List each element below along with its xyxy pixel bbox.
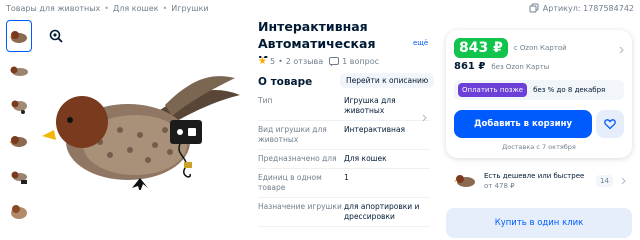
spec-row: Тип Игрушка для животных — [258, 92, 430, 121]
bird-toy-thumbnail-icon — [11, 171, 27, 184]
installment-row[interactable]: Оплатить позже без % до 8 декабря — [454, 80, 624, 100]
installment-text: без % до 8 декабря — [533, 86, 606, 94]
favorite-button[interactable] — [596, 110, 624, 138]
spec-key: Назначение игрушки — [258, 202, 342, 211]
spec-row: Назначение игрушки для апортировки и дре… — [258, 198, 430, 227]
product-page: Товары для животных • Для кошек • Игрушк… — [0, 0, 640, 240]
chevron-right-icon[interactable] — [619, 46, 624, 54]
regular-price-row: 861 ₽ без Ozon Карты — [454, 61, 549, 72]
cheaper-count-badge: 14 — [596, 175, 613, 187]
breadcrumb-separator: • — [162, 4, 168, 13]
card-price-row[interactable]: 843 ₽ с Ozon Картой — [454, 38, 567, 58]
article-label: Артикул: 1787584742 — [542, 3, 634, 13]
star-icon: ★ — [258, 56, 267, 67]
title-more-link[interactable]: ещё — [413, 39, 428, 47]
thumbnail[interactable] — [6, 195, 32, 227]
add-to-cart-button[interactable]: Добавить в корзину — [454, 110, 592, 138]
cheaper-offers[interactable]: Есть дешевле или быстрее от 478 ₽ 14 — [446, 166, 632, 196]
breadcrumb: Товары для животных • Для кошек • Игрушк… — [6, 4, 209, 13]
thumbnail[interactable] — [6, 90, 32, 122]
thumbnail-list — [6, 20, 34, 230]
bird-toy-thumbnail-icon — [9, 31, 27, 43]
breadcrumb-item-pets[interactable]: Товары для животных — [6, 4, 100, 13]
product-title: Интерактивная Автоматическая Игрушка — [258, 19, 376, 58]
delivery-info: Доставка с 7 октября — [502, 143, 576, 151]
spec-value: Игрушка для животных — [344, 96, 396, 115]
thumbnail[interactable] — [6, 55, 32, 87]
rating-row[interactable]: ★ 5 • 2 отзыва 1 вопрос — [258, 56, 379, 67]
article-number[interactable]: Артикул: 1787584742 — [529, 3, 634, 13]
spec-value: 1 — [344, 173, 349, 182]
spec-list: Тип Игрушка для животных Вид игрушки для… — [258, 92, 430, 227]
breadcrumb-item-cats[interactable]: Для кошек — [113, 4, 159, 13]
regular-price-note: без Ozon Карты — [491, 63, 550, 71]
bird-toy-thumbnail-icon — [11, 205, 27, 219]
cheaper-text: Есть дешевле или быстрее — [484, 172, 585, 180]
spec-key: Предназначено для — [258, 154, 337, 163]
breadcrumb-item-toys[interactable]: Игрушки — [171, 4, 208, 13]
questions-count[interactable]: 1 вопрос — [342, 57, 379, 66]
bird-toy-thumbnail-icon — [10, 66, 28, 76]
bird-toy-thumbnail-icon — [9, 136, 27, 147]
chevron-right-icon — [621, 177, 626, 185]
price-with-card: 843 ₽ — [454, 38, 508, 58]
thumbnail[interactable] — [6, 160, 32, 192]
spec-value: для апортировки и дрессировки — [344, 202, 420, 221]
spec-key: Тип — [258, 96, 273, 105]
breadcrumb-separator: • — [104, 4, 110, 13]
rating-value: 5 — [269, 57, 276, 66]
cheaper-text-block: Есть дешевле или быстрее от 478 ₽ — [484, 171, 590, 191]
heart-icon — [604, 119, 616, 130]
spec-key: Единиц в одном товаре — [258, 173, 322, 192]
copy-icon — [529, 3, 539, 13]
buy-one-click-button[interactable]: Купить в один клик — [446, 208, 632, 238]
spec-row: Предназначено для Для кошек — [258, 150, 430, 169]
spec-row: Единиц в одном товаре 1 — [258, 169, 430, 198]
thumbnail[interactable] — [6, 20, 32, 52]
image-search-icon[interactable] — [48, 28, 64, 44]
price-with-card-note: с Ozon Картой — [513, 44, 567, 52]
cheaper-price: от 478 ₽ — [484, 182, 515, 190]
spec-key: Вид игрушки для животных — [258, 125, 327, 144]
pay-later-button[interactable]: Оплатить позже — [458, 83, 528, 97]
regular-price: 861 ₽ — [454, 61, 486, 72]
spec-value: Интерактивная — [344, 125, 406, 134]
thumbnail[interactable] — [6, 125, 32, 157]
about-heading: О товаре — [258, 76, 313, 88]
spec-row: Вид игрушки для животных Интерактивная — [258, 121, 430, 150]
spec-value[interactable]: Для кошек — [344, 154, 387, 164]
rating-separator: • — [278, 57, 283, 66]
goto-description-button[interactable]: Перейти к описанию — [340, 73, 435, 88]
reviews-count[interactable]: 2 отзыва — [286, 57, 323, 66]
chevron-right-icon[interactable] — [422, 114, 427, 122]
question-icon — [329, 56, 340, 66]
bird-toy-thumbnail-icon — [454, 175, 475, 187]
bird-toy-thumbnail-icon — [11, 100, 27, 114]
product-main-image[interactable] — [40, 50, 250, 190]
price-card: 843 ₽ с Ozon Картой 861 ₽ без Ozon Карты… — [446, 30, 632, 158]
